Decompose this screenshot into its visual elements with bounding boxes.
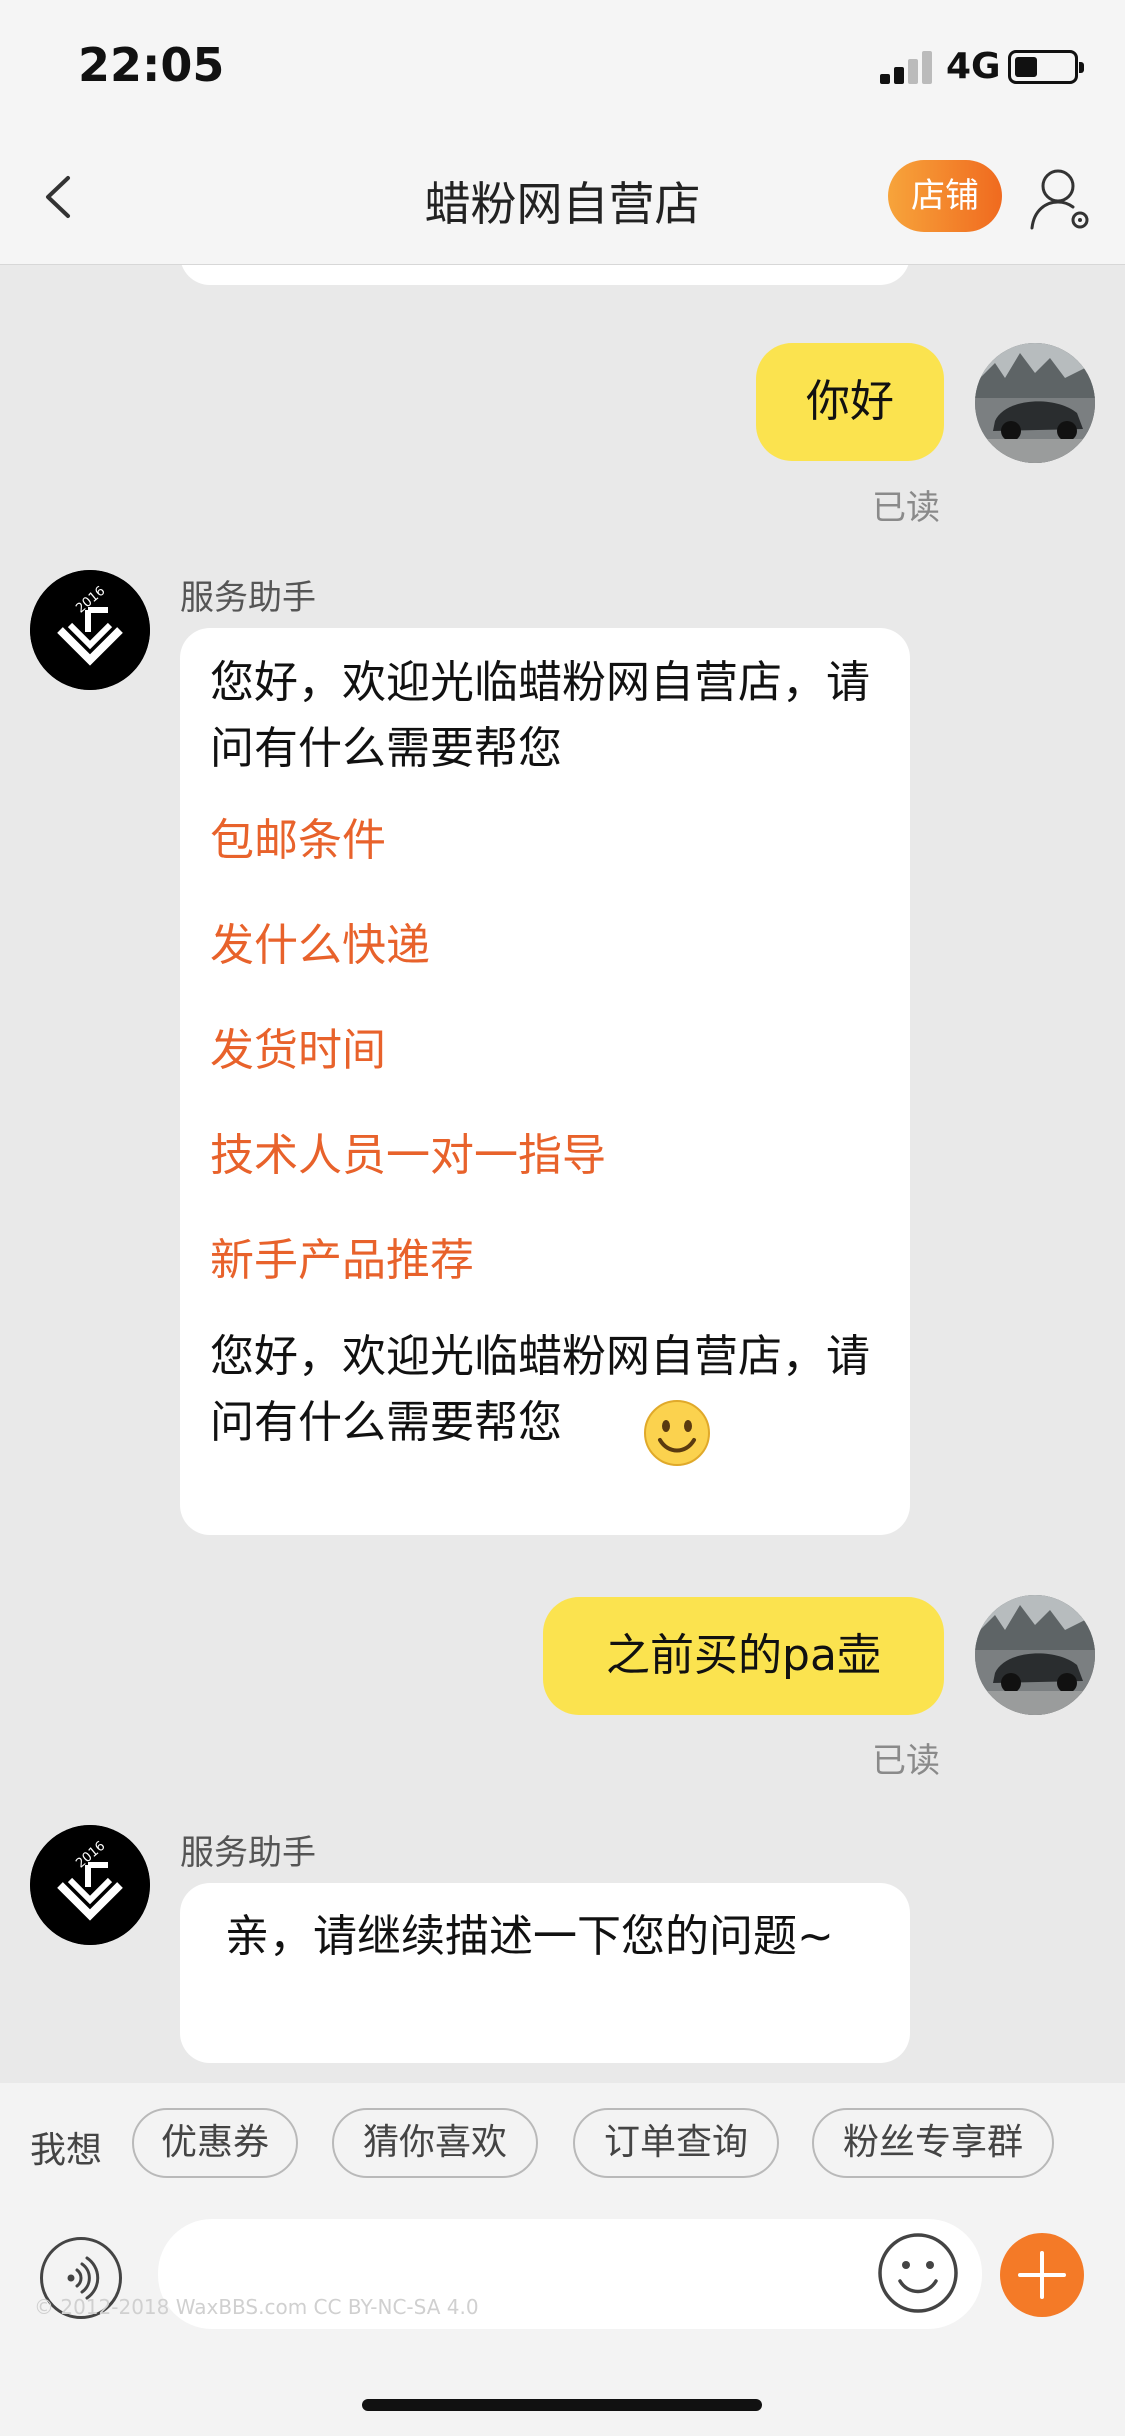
quick-link-shipping-time[interactable]: 发货时间	[210, 1018, 880, 1084]
assistant-message-bubble: 亲，请继续描述一下您的问题~	[180, 1883, 910, 2063]
user-avatar[interactable]	[975, 343, 1095, 463]
smiley-emoji-icon	[644, 1400, 710, 1466]
home-indicator	[362, 2399, 762, 2411]
user-message-bubble[interactable]: 之前买的pa壶	[543, 1597, 944, 1715]
signal-icon	[880, 50, 934, 84]
assistant-intro-text: 您好，欢迎光临蜡粉网自营店，请问有什么需要帮您	[210, 657, 870, 774]
read-status: 已读	[872, 1741, 940, 1781]
plus-icon[interactable]	[1000, 2233, 1084, 2317]
watermark-text: © 2012-2018 WaxBBS.com CC BY-NC-SA 4.0	[34, 2295, 479, 2319]
battery-icon	[1008, 50, 1084, 84]
shop-button[interactable]: 店铺	[888, 160, 1002, 232]
network-type: 4G	[946, 46, 1001, 87]
user-message-bubble[interactable]: 你好	[756, 343, 944, 461]
assistant-avatar[interactable]: 2016	[30, 1825, 150, 1945]
chat-area[interactable]: 你好 已读 2016 服务助手 您好，欢迎光临蜡粉网自营店，请问有什么需要帮您 …	[0, 265, 1125, 2083]
input-bar: © 2012-2018 WaxBBS.com CC BY-NC-SA 4.0	[0, 2203, 1125, 2436]
chip-recommendations[interactable]: 猜你喜欢	[332, 2108, 538, 2178]
quick-link-free-shipping[interactable]: 包邮条件	[210, 808, 880, 874]
sender-name: 服务助手	[180, 578, 316, 618]
nav-bar: 蜡粉网自营店 店铺	[0, 130, 1125, 265]
chip-fan-group[interactable]: 粉丝专享群	[812, 2108, 1054, 2178]
quick-link-courier[interactable]: 发什么快递	[210, 913, 880, 979]
assistant-message-bubble: 您好，欢迎光临蜡粉网自营店，请问有什么需要帮您 包邮条件 发什么快递 发货时间 …	[180, 628, 910, 1535]
previous-message-bubble	[180, 265, 910, 285]
read-status: 已读	[872, 488, 940, 528]
status-bar: 22:05 4G	[0, 0, 1125, 130]
assistant-outro-text: 您好，欢迎光临蜡粉网自营店，请问有什么需要帮您	[210, 1331, 870, 1448]
user-avatar[interactable]	[975, 1595, 1095, 1715]
user-message-text: 你好	[806, 376, 894, 427]
quick-suggestion-bar: 我想 优惠券 猜你喜欢 订单查询 粉丝专享群	[0, 2083, 1125, 2203]
quick-link-tech-support[interactable]: 技术人员一对一指导	[210, 1123, 880, 1189]
smiley-icon[interactable]	[876, 2231, 960, 2315]
user-message-text: 之前买的pa壶	[606, 1630, 881, 1681]
assistant-message-text: 亲，请继续描述一下您的问题~	[225, 1911, 834, 1962]
quick-link-beginner-products[interactable]: 新手产品推荐	[210, 1228, 880, 1294]
quick-bar-label: 我想	[30, 2130, 103, 2171]
sender-name: 服务助手	[180, 1833, 316, 1873]
chip-order-query[interactable]: 订单查询	[573, 2108, 779, 2178]
assistant-avatar[interactable]: 2016	[30, 570, 150, 690]
status-time: 22:05	[78, 38, 225, 92]
user-gear-icon[interactable]	[1026, 164, 1096, 234]
chip-coupon[interactable]: 优惠券	[132, 2108, 298, 2178]
